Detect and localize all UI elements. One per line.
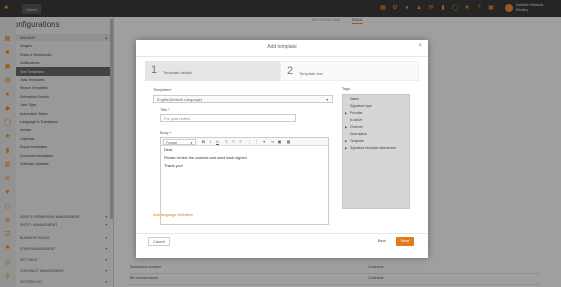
align-center-icon[interactable]: ≡ [231,139,236,145]
tag-item[interactable]: ▶ Provider [345,111,363,115]
tag-item[interactable]: Signature type [345,104,372,108]
chevron-down-icon: ▼ [325,97,329,102]
tag-label: Provider [350,111,363,115]
tags-label: Tags [342,87,351,91]
tag-label: Name [350,97,360,101]
template-language-value: English(Default Language) [157,97,202,102]
format-label: Format [166,140,177,145]
tag-item[interactable]: ▶ Signature template attachment [345,146,396,150]
back-button[interactable]: Back [374,237,390,246]
editor-content[interactable]: Dear, Please review the contract and sen… [164,148,324,172]
templates-label: Templates* [153,88,172,92]
align-right-icon[interactable]: ≡ [238,139,243,145]
bold-icon[interactable]: B [201,139,206,145]
bullet-list-icon[interactable]: ⋮ [247,139,252,145]
underline-icon[interactable]: U [215,139,220,145]
step-label: Template details [163,70,192,75]
image-icon[interactable]: ▣ [277,139,282,145]
step-template-text[interactable]: 2 Template text [280,61,419,81]
template-language-select[interactable]: English(Default Language) ▼ [153,95,333,103]
divider [136,233,428,234]
add-language-link[interactable]: Add language definition [153,213,193,217]
dialog-title: Add template [267,44,297,50]
close-icon[interactable]: × [418,43,422,49]
title-input[interactable]: For your review [160,114,296,122]
table-icon[interactable]: ▦ [286,139,291,145]
step-label: Template text [299,71,323,76]
editor-toolbar: Format ▼ B I U ≡ ≡ ≡ ⋮ ⋮ ⇥ ∞ ▣ ▦ [161,138,328,146]
divider [136,56,428,57]
tag-item[interactable]: Description [345,132,367,136]
tag-label: Template [350,139,364,143]
step-number: 2 [287,65,294,77]
indent-icon[interactable]: ⇥ [261,139,266,145]
tag-item[interactable]: ▶ Template [345,139,364,143]
body-editor[interactable]: Format ▼ B I U ≡ ≡ ≡ ⋮ ⋮ ⇥ ∞ ▣ ▦ Dear, P… [160,137,329,225]
body-line: Dear, [164,148,174,152]
italic-icon[interactable]: I [208,139,213,145]
tag-label: Description [350,132,367,136]
body-line: Please review the contract and send back… [164,156,248,160]
cancel-button[interactable]: Cancel [148,237,170,246]
save-button[interactable]: Save [396,237,414,246]
tag-label: Channel [350,125,363,129]
numbered-list-icon[interactable]: ⋮ [254,139,259,145]
title-label: Title * [160,108,170,112]
step-template-details[interactable]: 1 Template details [145,61,280,81]
tag-item[interactable]: Name [345,97,359,101]
format-select[interactable]: Format ▼ [163,139,196,145]
tag-item[interactable]: ▶ Channel [345,125,363,129]
body-line: Thank you! [164,164,183,168]
step-number: 1 [151,64,158,76]
chevron-down-icon: ▼ [190,140,193,145]
tag-label: Signature template attachment [350,146,397,150]
body-label: Body * [160,131,172,135]
tag-label: Is active [350,118,363,122]
tag-item[interactable]: Is active [345,118,362,122]
align-left-icon[interactable]: ≡ [224,139,229,145]
add-template-dialog: Add template × 1 Template details 2 Temp… [136,40,428,258]
link-icon[interactable]: ∞ [270,139,275,145]
tag-label: Signature type [350,104,372,108]
tags-panel: Name Signature type ▶ Provider Is active … [342,94,410,209]
